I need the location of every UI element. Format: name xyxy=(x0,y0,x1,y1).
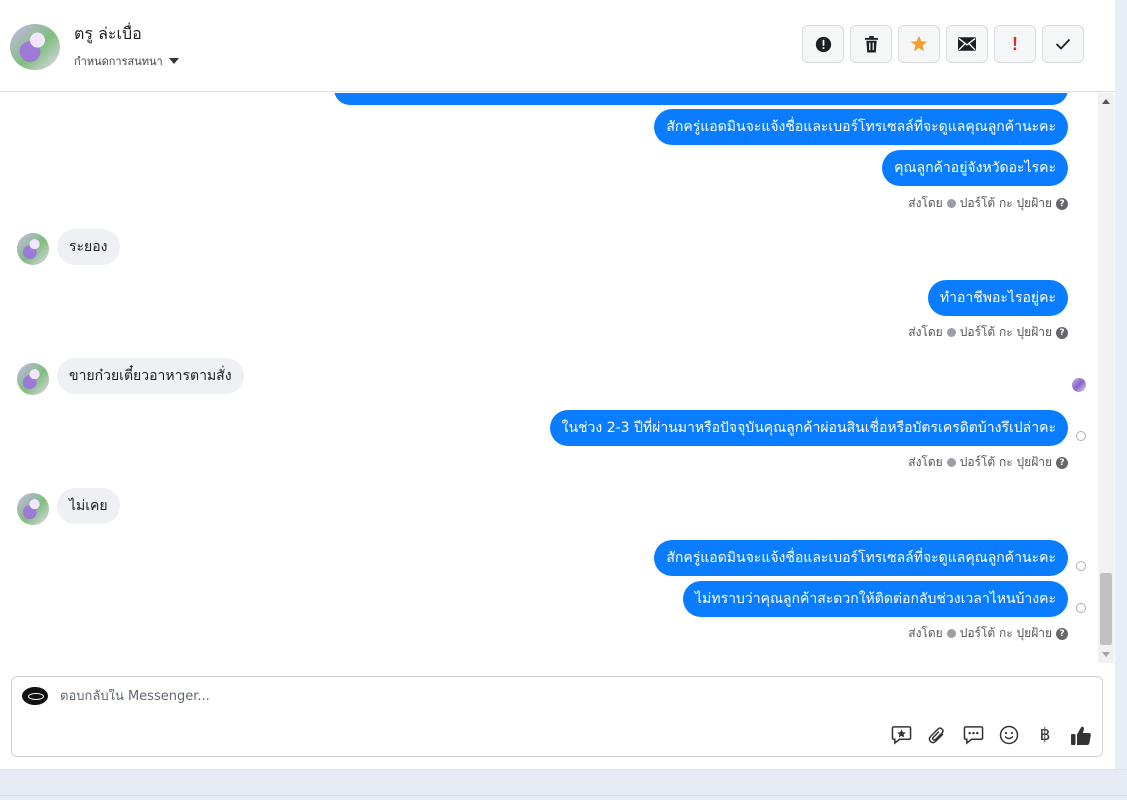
seen-indicator-avatar xyxy=(1072,378,1086,392)
message-bubble-incoming[interactable]: ขายก๋วยเตี๋ยวอาหารตามสั่ง xyxy=(57,358,244,394)
scroll-up-arrow-icon[interactable] xyxy=(1102,99,1110,104)
paperclip-icon xyxy=(928,727,944,744)
mark-unread-button[interactable] xyxy=(946,25,988,63)
window-bottom-strip xyxy=(0,769,1127,800)
message-bubble-outgoing[interactable]: ไม่ทราบว่าคุณลูกค้าสะดวกให้ติดต่อกลับช่ว… xyxy=(683,581,1068,617)
conversation-header: ตรู ล่ะเบื่อ กำหนดการสนทนา ! xyxy=(0,0,1115,92)
delivered-status-icon xyxy=(1076,431,1086,441)
message-bubble-outgoing-clipped[interactable] xyxy=(334,93,1068,105)
conversation-settings-dropdown[interactable]: กำหนดการสนทนา xyxy=(74,52,179,70)
contact-avatar[interactable] xyxy=(10,24,60,70)
scroll-thumb[interactable] xyxy=(1100,573,1112,645)
mark-spam-button[interactable] xyxy=(802,25,844,63)
sent-by-line: ส่งโดย ปอร์โต้ กะ ปุยฝ้าย ? xyxy=(908,624,1068,643)
sent-by-label: ส่งโดย xyxy=(908,325,943,339)
alert-circle-icon xyxy=(815,36,831,52)
reply-input[interactable] xyxy=(60,689,660,704)
page-avatar xyxy=(22,687,48,705)
delivered-status-icon xyxy=(1076,603,1086,613)
message-bubble-incoming[interactable]: ไม่เคย xyxy=(57,488,120,524)
agent-name[interactable]: ปอร์โต้ กะ ปุยฝ้าย xyxy=(960,453,1052,472)
sent-by-line: ส่งโดย ปอร์โต้ กะ ปุยฝ้าย ? xyxy=(908,453,1068,472)
envelope-icon xyxy=(958,37,976,51)
saved-replies-button[interactable] xyxy=(890,724,912,746)
message-thread[interactable]: สักครู่แอดมินจะแจ้งชื่อและเบอร์โทรเซลล์ท… xyxy=(0,93,1098,663)
checkmark-icon xyxy=(1055,38,1071,50)
quick-replies-button[interactable] xyxy=(962,724,984,746)
exclamation-icon: ! xyxy=(1012,33,1018,54)
trash-icon xyxy=(864,35,878,52)
saved-reply-icon xyxy=(891,726,911,745)
help-icon[interactable]: ? xyxy=(1056,197,1068,210)
baht-icon: ฿ xyxy=(1039,725,1051,745)
message-bubble-outgoing[interactable]: ทำอาชีพอะไรอยู่คะ xyxy=(927,280,1068,316)
verified-icon xyxy=(946,458,956,467)
thumbs-up-icon xyxy=(1071,726,1091,745)
help-icon[interactable]: ? xyxy=(1056,456,1068,469)
agent-name[interactable]: ปอร์โต้ กะ ปุยฝ้าย xyxy=(960,323,1052,342)
help-icon[interactable]: ? xyxy=(1056,326,1068,339)
contact-avatar-small xyxy=(17,363,49,395)
thread-scrollbar[interactable] xyxy=(1098,93,1114,663)
verified-icon xyxy=(946,629,956,638)
divider xyxy=(0,795,1127,796)
agent-name[interactable]: ปอร์โต้ กะ ปุยฝ้าย xyxy=(960,194,1052,213)
star-icon xyxy=(910,35,928,52)
help-icon[interactable]: ? xyxy=(1056,627,1068,640)
action-toolbar: ! xyxy=(802,25,1084,63)
composer-toolbar: ฿ xyxy=(890,724,1092,746)
sent-by-line: ส่งโดย ปอร์โต้ กะ ปุยฝ้าย ? xyxy=(908,323,1068,342)
delete-button[interactable] xyxy=(850,25,892,63)
sent-by-line: ส่งโดย ปอร์โต้ กะ ปุยฝ้าย ? xyxy=(908,194,1068,213)
delivered-status-icon xyxy=(1076,561,1086,571)
caret-down-icon xyxy=(168,58,179,64)
contact-avatar-small xyxy=(17,233,49,265)
message-bubble-incoming[interactable]: ระยอง xyxy=(57,229,120,265)
verified-icon xyxy=(946,199,956,208)
sent-by-label: ส่งโดย xyxy=(908,626,943,640)
contact-name[interactable]: ตรู ล่ะเบื่อ xyxy=(74,22,142,47)
message-bubble-outgoing[interactable]: คุณลูกค้าอยู่จังหวัดอะไรคะ xyxy=(882,150,1068,186)
contact-avatar-small xyxy=(17,493,49,525)
emoji-button[interactable] xyxy=(998,724,1020,746)
star-button[interactable] xyxy=(898,25,940,63)
mark-done-button[interactable] xyxy=(1042,25,1084,63)
sent-by-label: ส่งโดย xyxy=(908,196,943,210)
conversation-panel: ตรู ล่ะเบื่อ กำหนดการสนทนา ! สักครู่แอดม… xyxy=(0,0,1115,769)
send-like-button[interactable] xyxy=(1070,724,1092,746)
conversation-settings-label: กำหนดการสนทนา xyxy=(74,55,163,68)
payment-button[interactable]: ฿ xyxy=(1034,724,1056,746)
reply-composer: ฿ xyxy=(11,676,1103,757)
follow-up-button[interactable]: ! xyxy=(994,25,1036,63)
verified-icon xyxy=(946,328,956,337)
chat-bubbles-icon xyxy=(963,726,983,745)
attach-file-button[interactable] xyxy=(926,724,948,746)
agent-name[interactable]: ปอร์โต้ กะ ปุยฝ้าย xyxy=(960,624,1052,643)
scroll-down-arrow-icon[interactable] xyxy=(1102,652,1110,657)
sent-by-label: ส่งโดย xyxy=(908,455,943,469)
message-bubble-outgoing[interactable]: สักครู่แอดมินจะแจ้งชื่อและเบอร์โทรเซลล์ท… xyxy=(654,540,1068,576)
smiley-icon xyxy=(999,725,1019,745)
message-bubble-outgoing[interactable]: ในช่วง 2-3 ปีที่ผ่านมาหรือปัจจุบันคุณลูก… xyxy=(549,410,1068,446)
message-bubble-outgoing[interactable]: สักครู่แอดมินจะแจ้งชื่อและเบอร์โทรเซลล์ท… xyxy=(654,109,1068,145)
